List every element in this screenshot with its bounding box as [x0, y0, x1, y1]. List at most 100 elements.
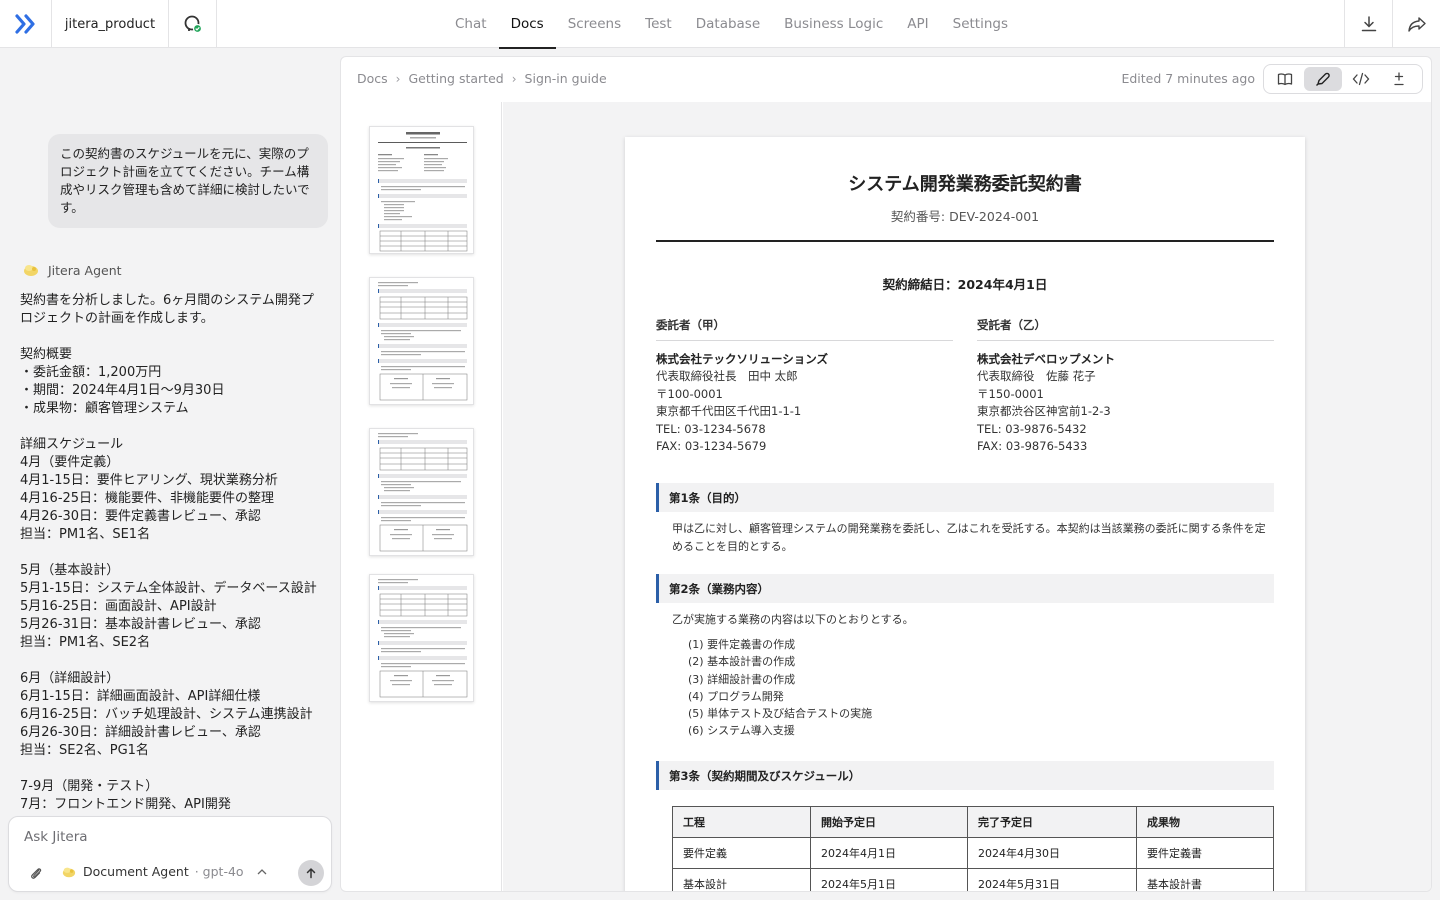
article-1-body: 甲は乙に対し、顧客管理システムの開発業務を委託し、乙はこれを受託する。本契約は当…	[672, 522, 1266, 553]
list-item: (5) 単体テスト及び結合テストの実施	[688, 707, 873, 721]
list-item: (6) システム導入支援	[688, 724, 795, 738]
party-b-fax: FAX: 03-9876-5433	[977, 439, 1088, 453]
edit-mode-button[interactable]	[1304, 67, 1342, 91]
chat-composer: Ask Jitera Document Agent · gpt-4o	[8, 816, 332, 892]
party-a-rep: 代表取締役社長 田中 太郎	[656, 369, 798, 383]
party-a: 委託者（甲） 株式会社テックソリューションズ 代表取締役社長 田中 太郎 〒10…	[656, 317, 953, 456]
diff-mode-button[interactable]	[1380, 67, 1418, 91]
project-name[interactable]: jitera_product	[52, 0, 169, 48]
table-cell: 2024年4月30日	[967, 837, 1137, 869]
download-icon	[1361, 16, 1376, 32]
tab-chat[interactable]: Chat	[443, 0, 499, 48]
tab-screens[interactable]: Screens	[556, 0, 633, 48]
model-label: · gpt-4o	[194, 864, 244, 879]
pen-icon	[1316, 72, 1330, 86]
agent-selector-label: Document Agent	[83, 864, 189, 879]
column-header: 成果物	[1136, 806, 1274, 838]
table-row: 基本設計 2024年5月1日 2024年5月31日 基本設計書	[672, 868, 1274, 891]
table-cell: 2024年5月1日	[810, 868, 968, 891]
party-a-heading: 委託者（甲）	[656, 317, 953, 341]
party-b-company: 株式会社デベロップメント	[977, 351, 1115, 366]
agent-selector[interactable]: Document Agent · gpt-4o	[61, 864, 268, 879]
party-a-fax: FAX: 03-1234-5679	[656, 439, 767, 453]
table-cell: 2024年4月1日	[810, 837, 968, 869]
page-thumbnails	[341, 102, 502, 891]
document-page: システム開発業務委託契約書 契約番号: DEV-2024-001 契約締結日：2…	[625, 137, 1305, 891]
tab-test[interactable]: Test	[633, 0, 684, 48]
column-header: 完了予定日	[967, 806, 1137, 838]
tab-settings[interactable]: Settings	[941, 0, 1020, 48]
arrow-up-icon	[306, 867, 316, 879]
agent-avatar-icon	[24, 265, 38, 276]
page-thumbnail-1[interactable]	[369, 126, 474, 254]
read-mode-button[interactable]	[1266, 67, 1304, 91]
article-2-list: (1) 要件定義書の作成 (2) 基本設計書の作成 (3) 詳細設計書の作成 (…	[688, 636, 1288, 740]
jitera-logo-icon[interactable]	[0, 0, 52, 48]
party-b-heading: 受託者（乙）	[977, 317, 1274, 341]
column-header: 開始予定日	[810, 806, 968, 838]
party-b-zip: 〒150-0001	[977, 386, 1044, 401]
share-icon	[1407, 17, 1426, 32]
party-a-company: 株式会社テックソリューションズ	[656, 351, 829, 366]
agent-header: Jitera Agent	[22, 262, 122, 278]
share-button[interactable]	[1392, 0, 1440, 48]
party-b: 受託者（乙） 株式会社デベロップメント 代表取締役 佐藤 花子 〒150-000…	[977, 317, 1274, 456]
page-thumbnail-2[interactable]	[369, 277, 474, 405]
table-header-row: 工程 開始予定日 完了予定日 成果物	[672, 806, 1274, 838]
party-b-tel: TEL: 03-9876-5432	[977, 421, 1087, 436]
article-3-heading: 第3条（契約期間及びスケジュール）	[656, 761, 1274, 790]
document-viewer[interactable]: システム開発業務委託契約書 契約番号: DEV-2024-001 契約締結日：2…	[503, 102, 1431, 891]
table-cell: 基本設計書	[1136, 868, 1274, 891]
article-2-intro: 乙が実施する業務の内容は以下のとおりとする。	[672, 613, 914, 626]
list-item: (2) 基本設計書の作成	[688, 655, 796, 669]
list-item: (1) 要件定義書の作成	[688, 638, 796, 651]
view-mode-toggle	[1263, 64, 1423, 94]
party-a-address: 東京都千代田区千代田1-1-1	[656, 404, 802, 418]
tab-api[interactable]: API	[895, 0, 940, 48]
agent-name: Jitera Agent	[48, 262, 122, 278]
column-header: 工程	[672, 806, 811, 838]
page-thumbnail-4[interactable]	[369, 574, 474, 702]
contract-number: 契約番号: DEV-2024-001	[890, 209, 1040, 224]
tab-docs[interactable]: Docs	[498, 0, 556, 49]
breadcrumb-docs[interactable]: Docs	[357, 71, 388, 86]
chevron-right-icon: ›	[395, 71, 401, 86]
code-icon	[1352, 72, 1370, 86]
agent-message: 契約書を分析しました。6ヶ月間のシステム開発プロジェクトの計画を作成します。 契…	[20, 293, 317, 812]
docs-panel: Docs › Getting started › Sign-in guide E…	[340, 56, 1432, 892]
edited-status: Edited 7 minutes ago	[1121, 71, 1255, 86]
tab-business-logic[interactable]: Business Logic	[772, 0, 895, 48]
code-mode-button[interactable]	[1342, 67, 1380, 91]
user-message: この契約書のスケジュールを元に、実際のプロジェクト計画を立ててください。チーム構…	[48, 134, 328, 228]
table-row: 要件定義 2024年4月1日 2024年4月30日 要件定義書	[672, 837, 1274, 869]
breadcrumb-sign-in-guide[interactable]: Sign-in guide	[525, 71, 607, 86]
page-thumbnail-3[interactable]	[369, 428, 474, 556]
list-item: (4) プログラム開発	[688, 689, 784, 703]
breadcrumb: Docs › Getting started › Sign-in guide	[357, 71, 607, 86]
party-a-tel: TEL: 03-1234-5678	[656, 421, 766, 436]
breadcrumb-getting-started[interactable]: Getting started	[408, 71, 503, 86]
chevron-right-icon: ›	[511, 71, 517, 86]
send-button[interactable]	[298, 860, 324, 886]
tab-database[interactable]: Database	[684, 0, 772, 48]
download-button[interactable]	[1344, 0, 1392, 48]
party-a-zip: 〒100-0001	[656, 386, 723, 401]
title-divider	[656, 240, 1274, 242]
github-status-icon[interactable]	[169, 0, 217, 48]
agent-avatar-icon	[62, 867, 76, 877]
document-title: システム開発業務委託契約書	[848, 174, 1082, 195]
table-cell: 要件定義	[672, 837, 811, 869]
plus-minus-icon	[1394, 72, 1404, 86]
chevron-up-icon	[257, 868, 267, 874]
schedule-table: 工程 開始予定日 完了予定日 成果物 要件定義 2024年4月1日 2024年4…	[672, 806, 1274, 891]
book-icon	[1277, 73, 1293, 86]
attach-button[interactable]	[29, 865, 43, 884]
top-bar: jitera_product Chat Docs Screens Test Da…	[0, 0, 1440, 49]
table-cell: 要件定義書	[1136, 837, 1274, 869]
chat-panel: この契約書のスケジュールを元に、実際のプロジェクト計画を立ててください。チーム構…	[0, 48, 340, 900]
party-b-rep: 代表取締役 佐藤 花子	[977, 369, 1096, 383]
chat-input[interactable]: Ask Jitera	[24, 829, 88, 845]
party-b-address: 東京都渋谷区神宮前1-2-3	[977, 404, 1111, 418]
list-item: (3) 詳細設計書の作成	[688, 672, 796, 686]
table-cell: 2024年5月31日	[967, 868, 1137, 891]
